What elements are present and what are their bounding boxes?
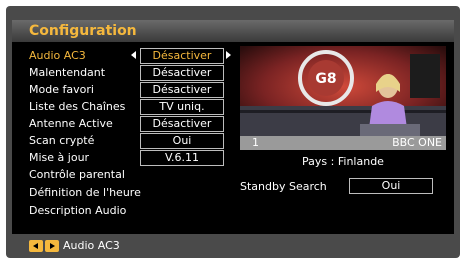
menu-item-malentendant[interactable]: Malentendant xyxy=(29,66,105,80)
menu-item-audio-ac3[interactable]: Audio AC3 xyxy=(29,49,86,63)
channel-number: 1 xyxy=(252,136,259,149)
news-broadcast-image: G8 xyxy=(240,46,446,136)
standby-search-label: Standby Search xyxy=(240,180,327,193)
channel-name: BBC ONE xyxy=(392,136,442,149)
antenne-active-value[interactable]: Désactiver xyxy=(140,116,224,132)
bottom-hint-text: Audio AC3 xyxy=(63,239,120,252)
menu-item-liste-des-chaines[interactable]: Liste des Chaînes xyxy=(29,100,125,114)
menu-item-mode-favori[interactable]: Mode favori xyxy=(29,83,94,97)
country-label: Pays : Finlande xyxy=(302,155,384,168)
mode-favori-value[interactable]: Désactiver xyxy=(140,82,224,98)
preview-window: G8 xyxy=(240,46,446,136)
preview-logo-text: G8 xyxy=(315,71,336,87)
menu-item-description-audio[interactable]: Description Audio xyxy=(29,204,126,218)
liste-des-chaines-value[interactable]: TV uniq. xyxy=(140,99,224,115)
right-arrow-key-icon xyxy=(45,240,59,252)
arrow-right-icon[interactable] xyxy=(226,51,231,59)
mise-a-jour-value[interactable]: V.6.11 xyxy=(140,150,224,166)
malentendant-value[interactable]: Désactiver xyxy=(140,65,224,81)
scan-crypte-value[interactable]: Oui xyxy=(140,133,224,149)
audio-ac3-value[interactable]: Désactiver xyxy=(140,48,224,64)
menu-item-mise-a-jour[interactable]: Mise à jour xyxy=(29,151,89,165)
menu-item-controle-parental[interactable]: Contrôle parental xyxy=(29,168,125,182)
arrow-left-icon[interactable] xyxy=(131,51,136,59)
page-title: Configuration xyxy=(29,23,137,39)
menu-item-scan-crypte[interactable]: Scan crypté xyxy=(29,134,94,148)
menu-item-antenne-active[interactable]: Antenne Active xyxy=(29,117,113,131)
menu-item-definition-de-lheure[interactable]: Définition de l'heure xyxy=(29,186,141,200)
standby-search-value[interactable]: Oui xyxy=(349,178,433,194)
left-arrow-key-icon xyxy=(29,240,43,252)
